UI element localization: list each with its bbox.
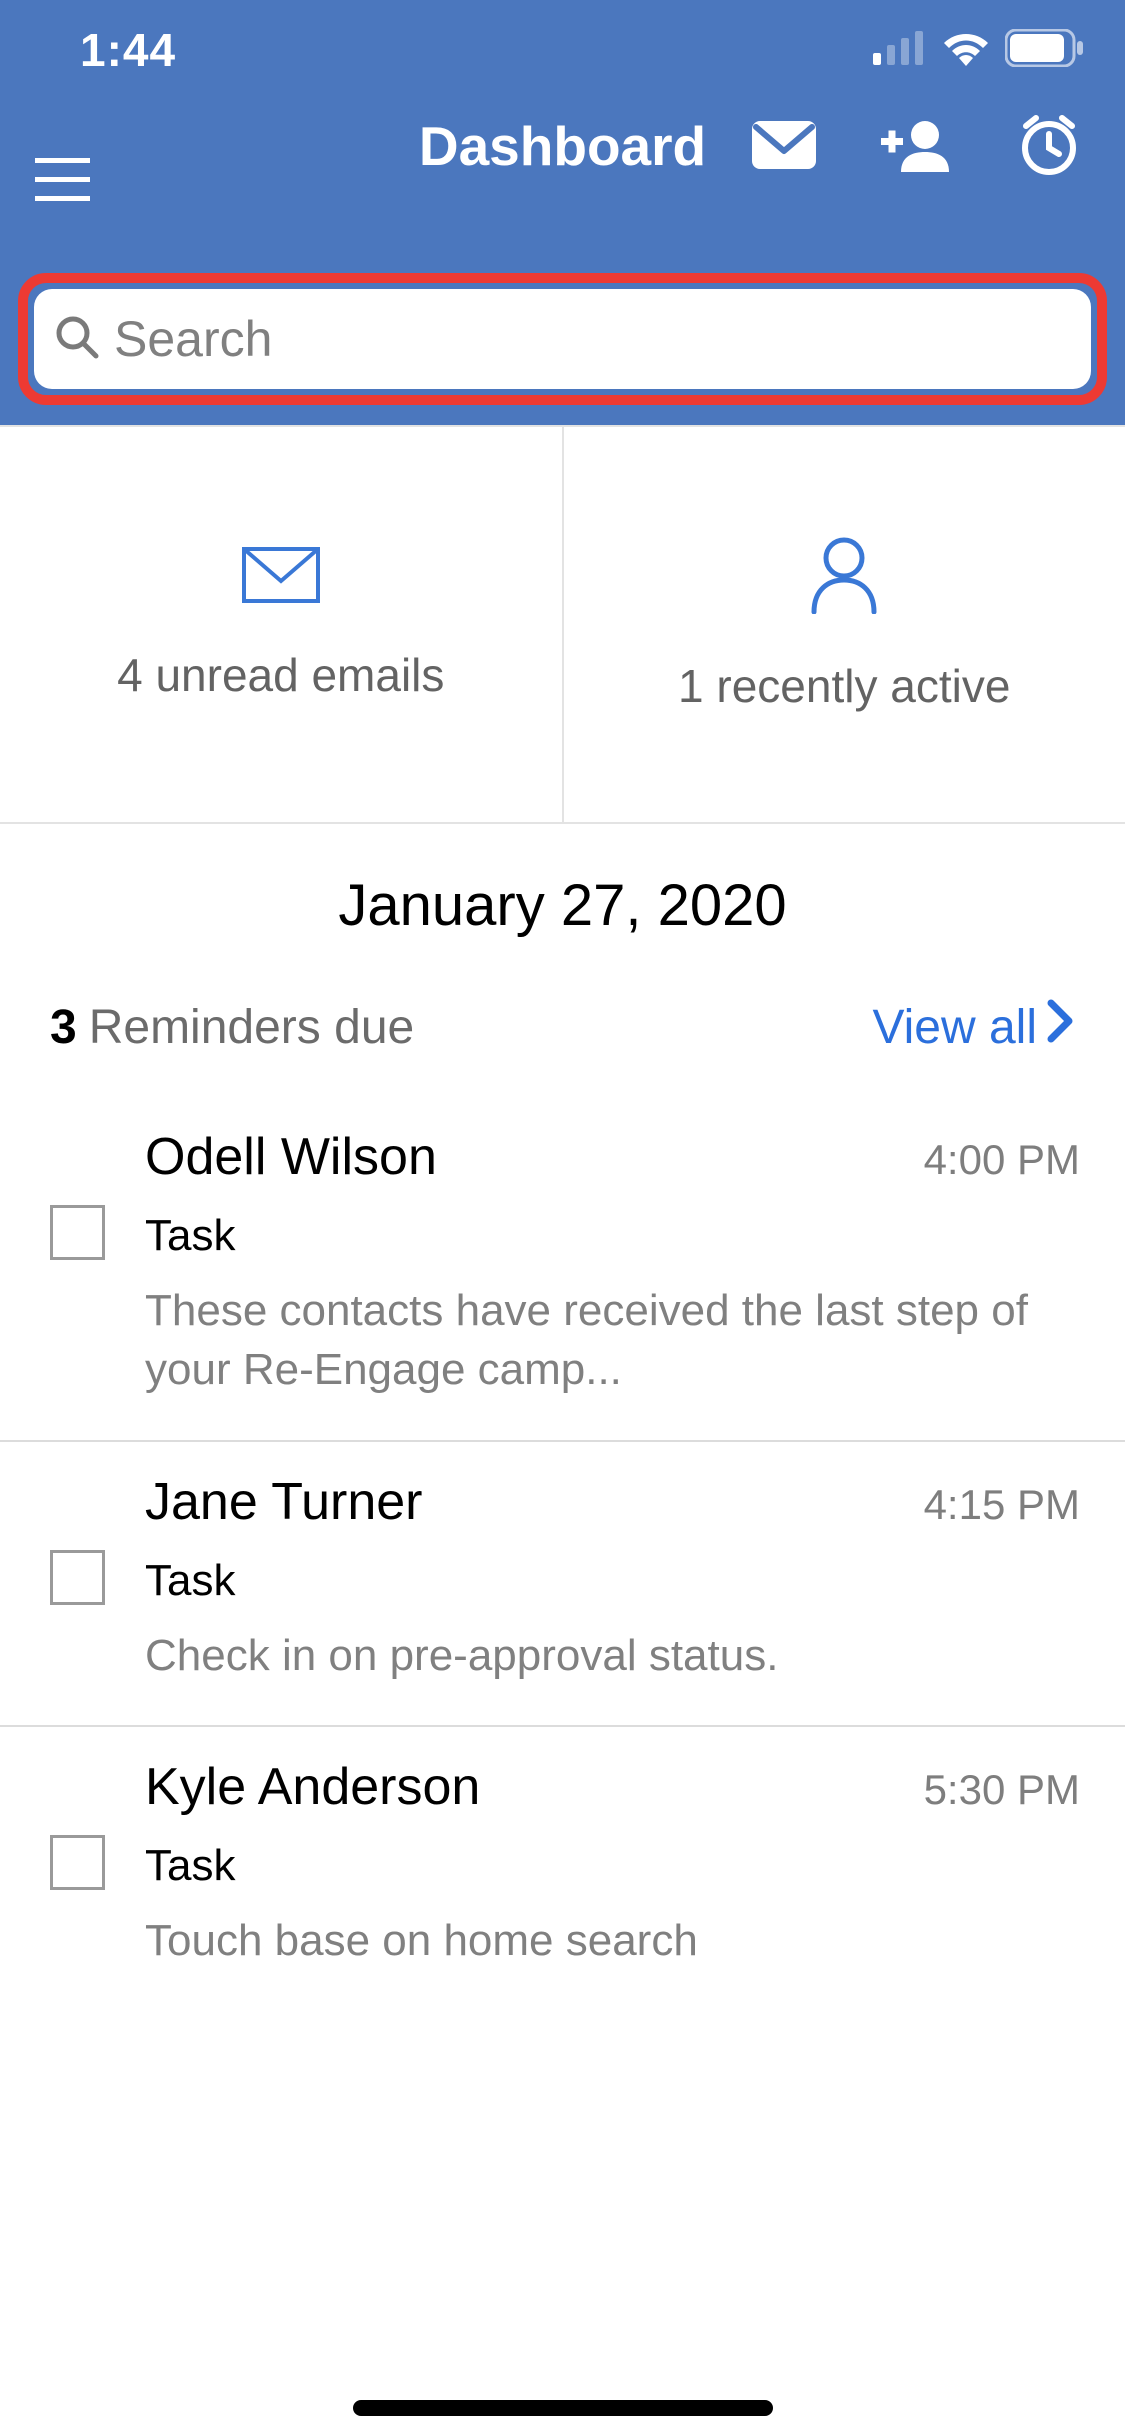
home-indicator[interactable] (353, 2400, 773, 2416)
card-recently-active[interactable]: 1 recently active (564, 427, 1125, 822)
reminders-count: 3 (50, 1001, 77, 1054)
envelope-icon (242, 547, 320, 608)
reminder-type: Task (145, 1841, 1080, 1891)
reminder-note: Check in on pre-approval status. (145, 1626, 1080, 1685)
view-all-link[interactable]: View all (872, 999, 1075, 1055)
search-icon (54, 314, 100, 365)
chevron-right-icon (1047, 999, 1075, 1055)
reminder-item[interactable]: Jane Turner 4:15 PM Task Check in on pre… (0, 1442, 1125, 1727)
nav-bar: Dashboard (0, 100, 1125, 265)
reminder-time: 5:30 PM (924, 1766, 1080, 1814)
reminders-header: 3Reminders due View all (0, 999, 1125, 1055)
status-time: 1:44 (80, 23, 176, 77)
stats-cards: 4 unread emails 1 recently active (0, 425, 1125, 824)
reminder-item[interactable]: Odell Wilson 4:00 PM Task These contacts… (0, 1097, 1125, 1442)
mail-icon[interactable] (752, 121, 816, 169)
person-icon (808, 536, 880, 619)
cellular-signal-icon (873, 31, 927, 70)
view-all-label: View all (872, 1000, 1037, 1055)
reminder-type: Task (145, 1556, 1080, 1606)
battery-icon (1005, 29, 1085, 72)
status-bar: 1:44 (0, 0, 1125, 100)
wifi-icon (941, 30, 991, 71)
reminders-list: Odell Wilson 4:00 PM Task These contacts… (0, 1097, 1125, 2011)
add-person-icon[interactable] (881, 118, 953, 172)
reminder-note: Touch base on home search (145, 1911, 1080, 1970)
menu-icon[interactable] (35, 158, 90, 207)
search-container (0, 265, 1125, 425)
reminder-time: 4:15 PM (924, 1481, 1080, 1529)
date-heading: January 27, 2020 (0, 872, 1125, 939)
card-unread-emails-label: 4 unread emails (117, 648, 444, 702)
reminder-type: Task (145, 1211, 1080, 1261)
reminders-label: Reminders due (89, 1001, 415, 1054)
card-unread-emails[interactable]: 4 unread emails (0, 427, 564, 822)
reminder-checkbox[interactable] (50, 1835, 105, 1890)
search-field[interactable] (34, 289, 1091, 389)
reminder-checkbox[interactable] (50, 1550, 105, 1605)
search-highlight (18, 273, 1107, 405)
card-recently-active-label: 1 recently active (678, 659, 1010, 713)
alarm-icon[interactable] (1018, 114, 1080, 176)
status-indicators (873, 29, 1085, 72)
page-title: Dashboard (419, 114, 706, 178)
reminder-name: Odell Wilson (145, 1127, 437, 1187)
search-input[interactable] (114, 310, 1071, 368)
reminder-name: Kyle Anderson (145, 1757, 480, 1817)
reminder-checkbox[interactable] (50, 1205, 105, 1260)
reminder-note: These contacts have received the last st… (145, 1281, 1080, 1400)
reminder-name: Jane Turner (145, 1472, 423, 1532)
reminder-time: 4:00 PM (924, 1136, 1080, 1184)
reminder-item[interactable]: Kyle Anderson 5:30 PM Task Touch base on… (0, 1727, 1125, 2010)
